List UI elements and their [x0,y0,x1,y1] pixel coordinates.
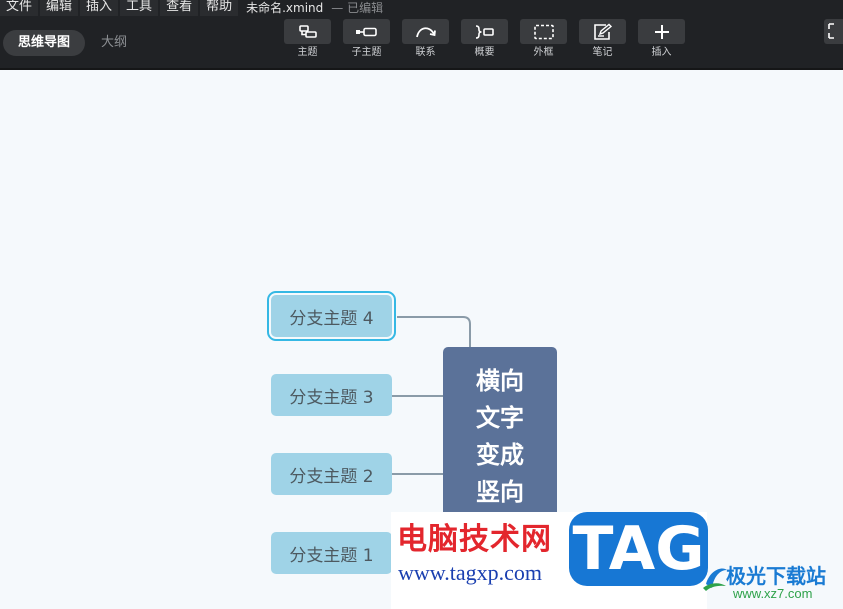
note-button[interactable] [579,19,626,44]
central-topic-line-4: 竖向 [476,478,524,506]
menu-edit[interactable]: 编辑 [40,0,79,16]
branch-topic-2[interactable]: 分支主题 2 [271,453,392,495]
watermark-brand-url: www.xz7.com [733,586,813,601]
note-edit-icon [593,23,612,40]
menu-bar: 文件 编辑 插入 工具 查看 帮助 未命名.xmind — 已编辑 [0,0,843,16]
central-topic[interactable]: 横向 文字 变成 竖向 [443,347,557,522]
watermark-site-url: www.tagxp.com [398,560,542,585]
boundary-label: 外框 [533,47,554,58]
summary-label: 概要 [474,47,495,58]
note-tool[interactable]: 笔记 [579,19,626,59]
boundary-dashed-box-icon [533,24,554,39]
topic-button[interactable] [284,19,331,44]
boundary-tool[interactable]: 外框 [520,19,567,59]
central-topic-line-1: 横向 [476,367,524,395]
view-switch: 思维导图 大纲 [3,30,143,56]
document-title: 未命名.xmind [246,1,324,15]
watermark-brand-name: 极光下载站 [726,564,826,588]
relationship-label: 联系 [415,47,436,58]
tab-mindmap[interactable]: 思维导图 [3,30,86,56]
topic-label: 主题 [297,47,318,58]
summary-brace-icon [475,24,494,39]
menu-view[interactable]: 查看 [160,0,199,16]
watermark-site-name: 电脑技术网 [397,522,552,557]
note-label: 笔记 [592,47,613,58]
connector-branch-4 [397,316,471,347]
watermark-tag-logo: TAG [569,512,708,586]
insert-tool[interactable]: 插入 [638,19,685,59]
format-panel-button[interactable] [824,19,843,44]
summary-button[interactable] [461,19,508,44]
boundary-button[interactable] [520,19,567,44]
topic-tool[interactable]: 主题 [284,19,331,59]
tab-outline[interactable]: 大纲 [85,30,143,56]
menu-help[interactable]: 帮助 [200,0,239,16]
document-status: — 已编辑 [331,1,384,15]
xmind-window: 文件 编辑 插入 工具 查看 帮助 未命名.xmind — 已编辑 思维导图 大… [0,0,843,609]
branch-topic-4[interactable]: 分支主题 4 [267,291,396,341]
menu-insert[interactable]: 插入 [80,0,119,16]
central-topic-line-3: 变成 [476,441,524,469]
insert-label: 插入 [651,47,672,58]
menu-tools[interactable]: 工具 [120,0,159,16]
subtopic-icon [355,27,377,36]
top-toolbar: 文件 编辑 插入 工具 查看 帮助 未命名.xmind — 已编辑 思维导图 大… [0,0,843,70]
subtopic-button[interactable] [343,19,390,44]
topic-icon [298,24,317,38]
expand-icon [828,23,834,39]
insert-button[interactable] [638,19,685,44]
relationship-curve-icon [415,26,436,37]
summary-tool[interactable]: 概要 [461,19,508,59]
subtopic-label: 子主题 [351,47,382,58]
branch-topic-3[interactable]: 分支主题 3 [271,374,392,416]
menu-file[interactable]: 文件 [0,0,39,16]
central-topic-line-2: 文字 [476,404,524,432]
relationship-button[interactable] [402,19,449,44]
relationship-tool[interactable]: 联系 [402,19,449,59]
plus-icon [654,24,669,39]
branch-topic-1[interactable]: 分支主题 1 [271,532,392,574]
subtopic-tool[interactable]: 子主题 [343,19,390,59]
